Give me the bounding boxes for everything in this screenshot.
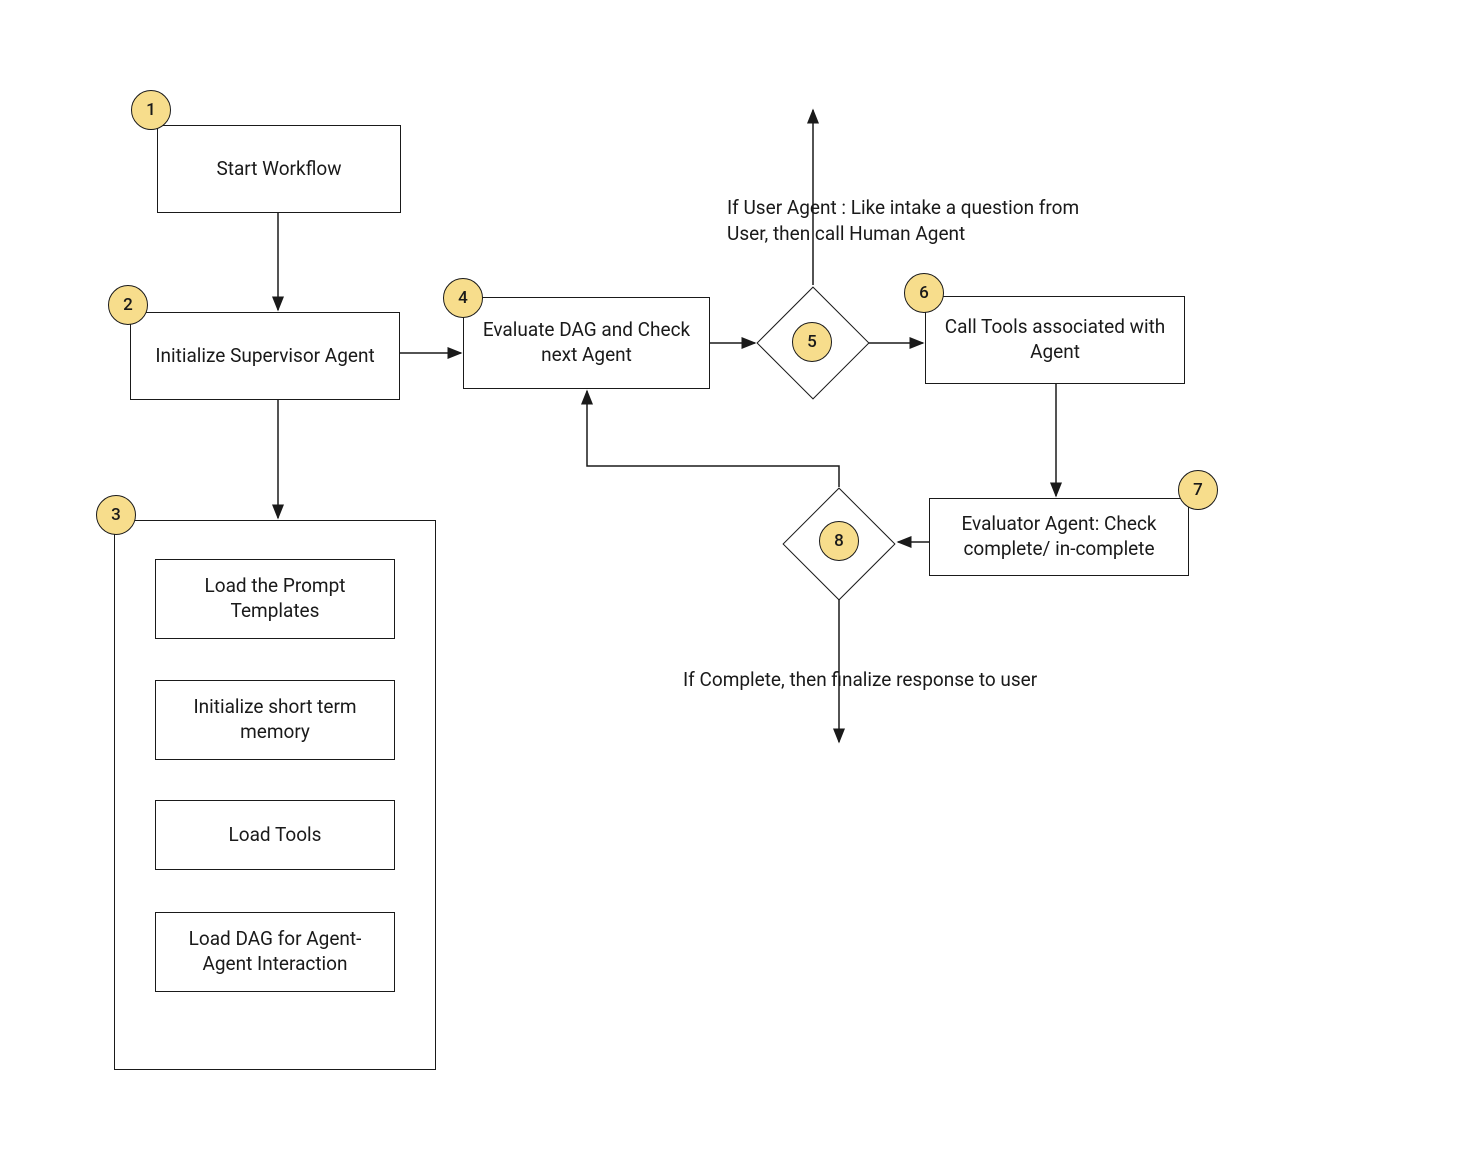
step-badge-1: 1 (131, 90, 171, 130)
node-label: Initialize Supervisor Agent (155, 344, 374, 369)
step-badge-7: 7 (1178, 470, 1218, 510)
step-badge-2: 2 (108, 285, 148, 325)
sub-node-label: Initialize short term memory (164, 695, 386, 744)
step-badge-3: 3 (96, 495, 136, 535)
sub-node-prompt-templates: Load the Prompt Templates (155, 559, 395, 639)
node-label: Call Tools associated with Agent (934, 315, 1176, 364)
node-label: Evaluator Agent: Check complete/ in-comp… (938, 512, 1180, 561)
step-badge-6: 6 (904, 273, 944, 313)
node-call-tools: Call Tools associated with Agent (925, 296, 1185, 384)
node-label: Start Workflow (216, 157, 341, 182)
node-start-workflow: Start Workflow (157, 125, 401, 213)
step-badge-4: 4 (443, 278, 483, 318)
node-label: Evaluate DAG and Check next Agent (472, 318, 701, 367)
node-initialize-supervisor: Initialize Supervisor Agent (130, 312, 400, 400)
sub-node-label: Load Tools (229, 823, 322, 848)
sub-node-load-dag: Load DAG for Agent-Agent Interaction (155, 912, 395, 992)
annotation-user-agent: If User Agent : Like intake a question f… (727, 195, 1107, 246)
annotation-complete: If Complete, then finalize response to u… (683, 667, 1113, 693)
step-badge-5: 5 (792, 322, 832, 362)
node-evaluate-dag: Evaluate DAG and Check next Agent (463, 297, 710, 389)
sub-node-label: Load DAG for Agent-Agent Interaction (164, 927, 386, 976)
sub-node-label: Load the Prompt Templates (164, 574, 386, 623)
sub-node-short-term-memory: Initialize short term memory (155, 680, 395, 760)
step-badge-8: 8 (819, 521, 859, 561)
sub-node-load-tools: Load Tools (155, 800, 395, 870)
node-evaluator-agent: Evaluator Agent: Check complete/ in-comp… (929, 498, 1189, 576)
